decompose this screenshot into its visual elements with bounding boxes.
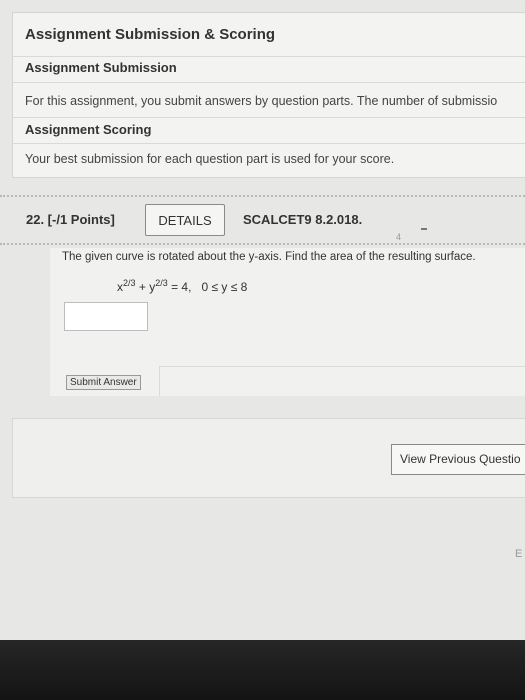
view-previous-question-button[interactable]: View Previous Questio xyxy=(391,444,525,475)
equation: x2/3 + y2/3 = 4, 0 ≤ y ≤ 8 xyxy=(117,278,247,294)
info-panel-title: Assignment Submission & Scoring xyxy=(25,26,276,43)
dash-mark xyxy=(421,228,427,230)
divider xyxy=(13,82,525,83)
scoring-text: Your best submission for each question p… xyxy=(25,152,395,166)
question-top-separator xyxy=(0,195,525,197)
divider xyxy=(13,143,525,144)
smudge-mark: 4 xyxy=(396,232,402,242)
question-header-separator xyxy=(0,243,525,245)
equation-rhs: = 4, xyxy=(171,280,192,294)
divider xyxy=(13,117,525,118)
equation-range: 0 ≤ y ≤ 8 xyxy=(201,280,248,294)
divider xyxy=(13,56,525,57)
equation-x-exponent: 2/3 xyxy=(123,278,136,288)
equation-plus: + xyxy=(138,280,146,294)
equation-y-exponent: 2/3 xyxy=(155,278,168,288)
submission-heading: Assignment Submission xyxy=(25,60,177,75)
edge-mark: E xyxy=(515,548,523,560)
divider xyxy=(160,366,525,367)
divider xyxy=(159,366,160,396)
scoring-heading: Assignment Scoring xyxy=(25,122,152,137)
question-code: SCALCET9 8.2.018. xyxy=(243,212,363,227)
submission-text: For this assignment, you submit answers … xyxy=(25,94,498,108)
submit-answer-button[interactable]: Submit Answer xyxy=(66,375,141,390)
browser-screen: Assignment Submission & Scoring Assignme… xyxy=(0,0,525,640)
assignment-info-panel: Assignment Submission & Scoring Assignme… xyxy=(12,12,525,178)
question-text: The given curve is rotated about the y-a… xyxy=(62,251,476,263)
answer-input[interactable] xyxy=(64,302,148,331)
details-button[interactable]: DETAILS xyxy=(145,204,225,236)
question-number: 22. [-/1 Points] xyxy=(26,212,115,227)
screen-bezel xyxy=(0,640,525,700)
